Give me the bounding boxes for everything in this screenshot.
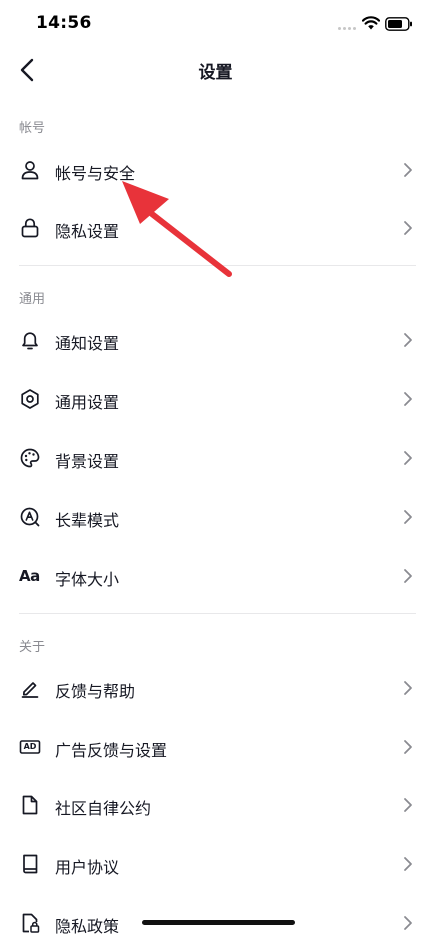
privacy-document-icon — [19, 912, 41, 934]
settings-item-label: 隐私设置 — [55, 222, 120, 241]
home-indicator — [142, 920, 295, 925]
edit-icon — [19, 677, 41, 699]
page-title: 设置 — [198, 63, 233, 83]
user-icon — [19, 159, 41, 181]
chevron-right-icon — [402, 509, 414, 525]
settings-item-label: 用户协议 — [55, 858, 120, 877]
chevron-right-icon — [402, 568, 414, 584]
section-label-account: 帐号 — [19, 121, 46, 136]
chevron-right-icon — [402, 391, 414, 407]
chevron-right-icon — [402, 856, 414, 872]
battery-icon — [385, 16, 413, 35]
settings-item-label: 字体大小 — [55, 570, 120, 589]
settings-item-label: 通知设置 — [55, 334, 120, 353]
lock-icon — [19, 217, 41, 239]
section-label-general: 通用 — [19, 292, 46, 307]
signal-dots-icon — [338, 27, 356, 31]
settings-item-feedback-help[interactable]: 反馈与帮助 — [0, 659, 431, 717]
settings-item-general-settings[interactable]: 通用设置 — [0, 370, 431, 428]
settings-item-elder-mode[interactable]: 长辈模式 — [0, 488, 431, 546]
settings-item-label: 背景设置 — [55, 452, 120, 471]
chevron-right-icon — [402, 220, 414, 236]
section-divider — [19, 265, 416, 266]
settings-item-background[interactable]: 背景设置 — [0, 429, 431, 487]
wifi-icon — [361, 15, 381, 34]
status-time: 14:56 — [36, 13, 92, 33]
settings-item-label: 长辈模式 — [55, 511, 120, 530]
settings-item-label: 通用设置 — [55, 393, 120, 412]
ad-icon: AD — [19, 736, 41, 758]
ad-icon-text: AD — [23, 742, 37, 751]
section-divider — [19, 613, 416, 614]
elder-mode-icon — [19, 506, 41, 528]
settings-item-account-security[interactable]: 帐号与安全 — [0, 141, 431, 199]
settings-item-label: 反馈与帮助 — [55, 682, 136, 701]
settings-item-notifications[interactable]: 通知设置 — [0, 311, 431, 369]
settings-item-privacy-policy[interactable]: 隐私政策 — [0, 894, 431, 935]
settings-item-community-guidelines[interactable]: 社区自律公约 — [0, 776, 431, 834]
settings-item-ad-feedback[interactable]: AD 广告反馈与设置 — [0, 718, 431, 776]
chevron-right-icon — [402, 162, 414, 178]
book-icon — [19, 853, 41, 875]
chevron-right-icon — [402, 915, 414, 931]
chevron-right-icon — [402, 739, 414, 755]
settings-item-font-size[interactable]: Aa 字体大小 — [0, 547, 431, 605]
gear-icon — [19, 388, 41, 410]
font-size-icon: Aa — [19, 567, 40, 585]
status-bar: 14:56 — [0, 0, 431, 48]
settings-item-label: 社区自律公约 — [55, 799, 152, 818]
settings-item-privacy-settings[interactable]: 隐私设置 — [0, 199, 431, 257]
nav-bar: 设置 — [0, 48, 431, 94]
chevron-right-icon — [402, 680, 414, 696]
settings-item-label: 广告反馈与设置 — [55, 741, 168, 760]
section-label-about: 关于 — [19, 640, 46, 655]
palette-icon — [19, 447, 41, 469]
bell-icon — [19, 329, 41, 351]
document-icon — [19, 794, 41, 816]
settings-item-user-agreement[interactable]: 用户协议 — [0, 835, 431, 893]
chevron-right-icon — [402, 450, 414, 466]
settings-item-label: 隐私政策 — [55, 917, 120, 935]
chevron-right-icon — [402, 332, 414, 348]
settings-item-label: 帐号与安全 — [55, 164, 136, 183]
chevron-right-icon — [402, 797, 414, 813]
